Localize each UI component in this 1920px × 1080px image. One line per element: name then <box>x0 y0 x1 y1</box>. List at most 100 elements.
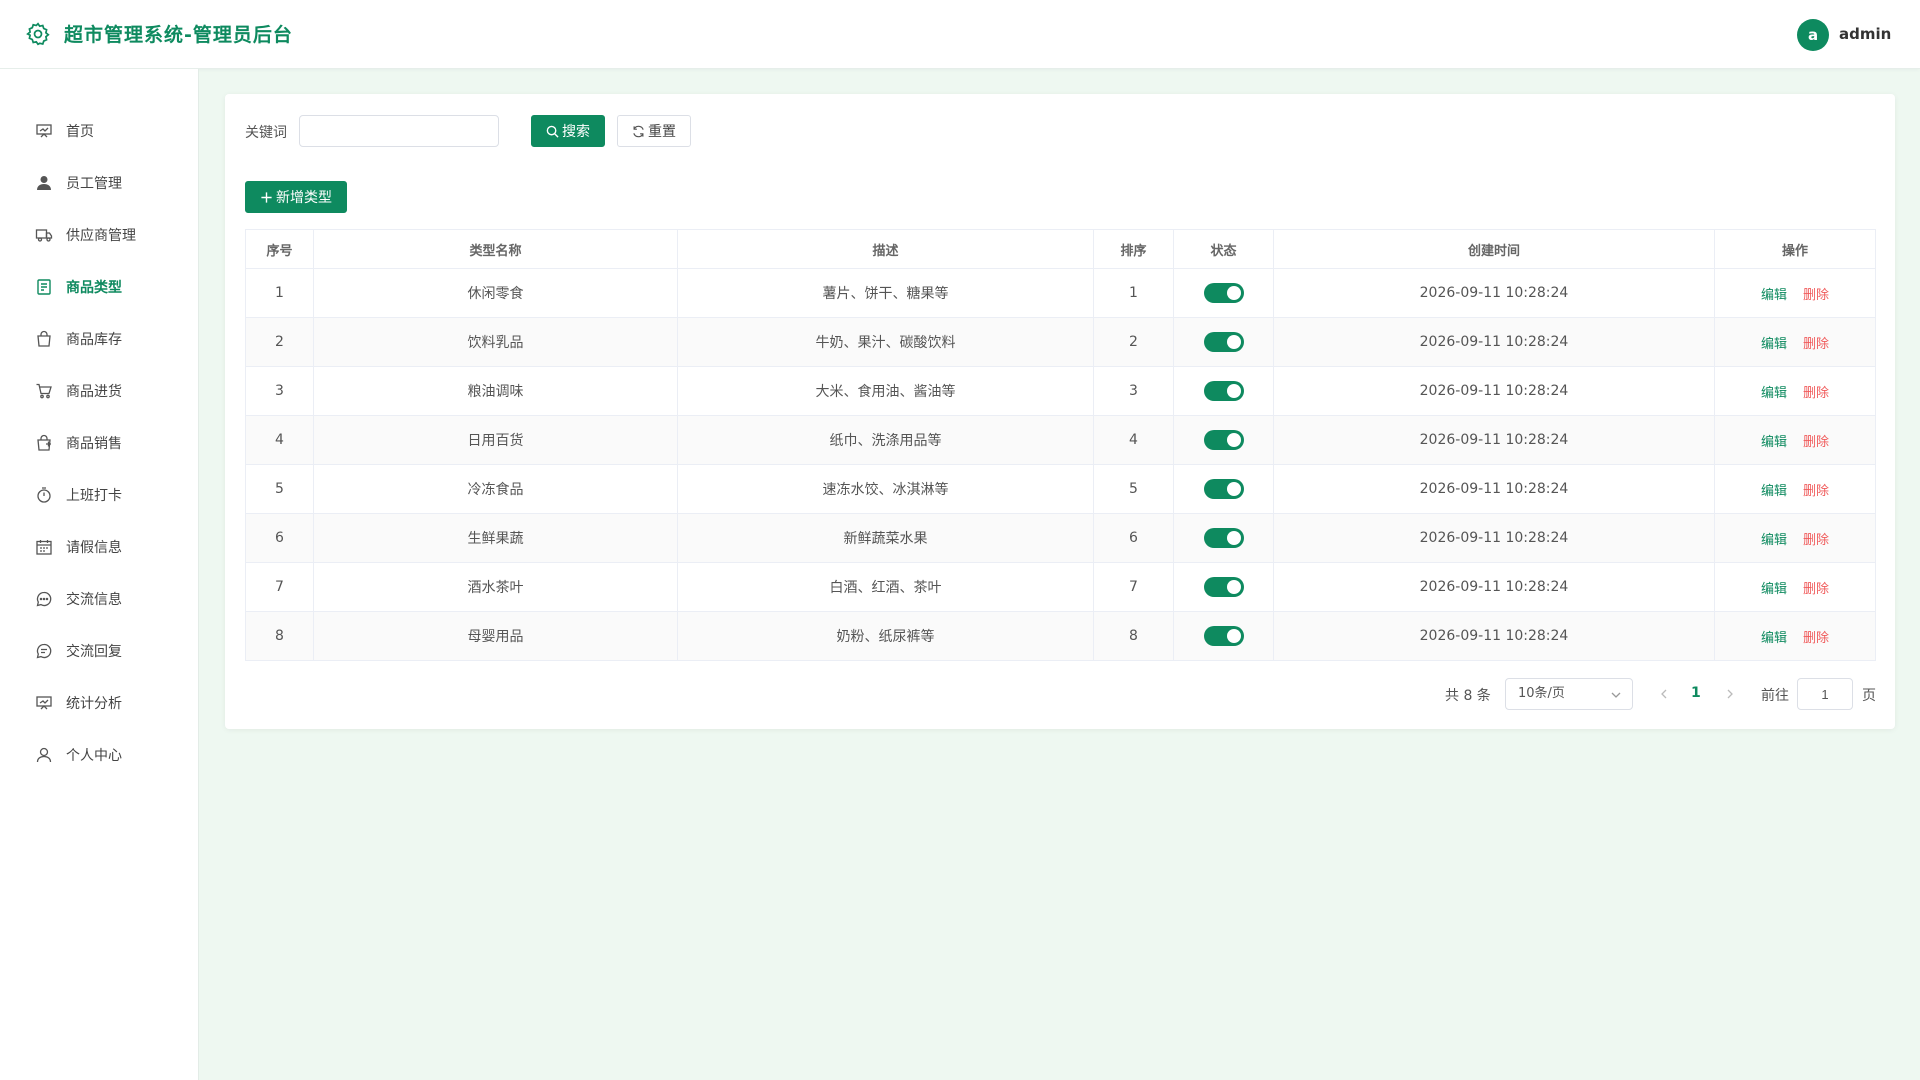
username[interactable]: admin <box>1839 25 1891 43</box>
add-category-button[interactable]: 新增类型 <box>245 181 347 213</box>
search-button-label: 搜索 <box>562 124 590 140</box>
sidebar-item-label: 上班打卡 <box>66 488 122 504</box>
column-header[interactable]: 操作 <box>1714 229 1876 269</box>
delete-button[interactable]: 删除 <box>1803 337 1829 352</box>
status-toggle[interactable] <box>1203 283 1244 303</box>
avatar[interactable]: a <box>1797 19 1829 51</box>
goto-page-input[interactable] <box>1797 678 1853 710</box>
delete-button[interactable]: 删除 <box>1803 288 1829 303</box>
sidebar-item-sales[interactable]: 商品销售 <box>0 423 198 463</box>
page-size-select[interactable]: 10条/页 <box>1505 678 1633 710</box>
edit-button[interactable]: 编辑 <box>1761 631 1787 646</box>
sidebar-item-label: 商品进货 <box>66 384 122 400</box>
sidebar-item-clockin[interactable]: 上班打卡 <box>0 475 198 515</box>
refresh-icon <box>633 125 644 137</box>
sidebar-item-supplier[interactable]: 供应商管理 <box>0 215 198 255</box>
search-icon <box>546 125 559 138</box>
sidebar-item-messages[interactable]: 交流信息 <box>0 579 198 619</box>
app-title: 超市管理系统-管理员后台 <box>64 24 293 46</box>
dashboard-icon <box>35 122 53 140</box>
actions-cell: 编辑 删除 <box>1714 268 1876 318</box>
column-header[interactable]: 序号 <box>245 229 314 269</box>
actions-cell: 编辑 删除 <box>1714 513 1876 563</box>
column-header[interactable]: 描述 <box>677 229 1094 269</box>
created-time: 2026-09-11 10:28:24 <box>1273 513 1715 563</box>
status-cell <box>1173 317 1274 367</box>
category-description: 白酒、红酒、茶叶 <box>677 562 1094 612</box>
table-row: 8 母婴用品 奶粉、纸尿裤等 8 2026-09-11 10:28:24 编辑 删… <box>245 611 1876 661</box>
status-toggle[interactable] <box>1203 381 1244 401</box>
sidebar-item-home[interactable]: 首页 <box>0 111 198 151</box>
actions-cell: 编辑 删除 <box>1714 366 1876 416</box>
status-toggle[interactable] <box>1203 528 1244 548</box>
sidebar-item-label: 员工管理 <box>66 176 122 192</box>
category-description: 奶粉、纸尿裤等 <box>677 611 1094 661</box>
person-icon <box>35 746 53 764</box>
status-toggle[interactable] <box>1203 332 1244 352</box>
sidebar-item-staff[interactable]: 员工管理 <box>0 163 198 203</box>
status-cell <box>1173 366 1274 416</box>
next-page-button[interactable] <box>1723 686 1737 702</box>
category-name: 母婴用品 <box>313 611 678 661</box>
edit-button[interactable]: 编辑 <box>1761 386 1787 401</box>
chat-reply-icon <box>35 642 53 660</box>
sidebar-item-statistics[interactable]: 统计分析 <box>0 683 198 723</box>
status-cell <box>1173 415 1274 465</box>
sort-order: 4 <box>1093 415 1174 465</box>
edit-button[interactable]: 编辑 <box>1761 288 1787 303</box>
edit-button[interactable]: 编辑 <box>1761 582 1787 597</box>
created-time: 2026-09-11 10:28:24 <box>1273 464 1715 514</box>
sidebar-item-purchase[interactable]: 商品进货 <box>0 371 198 411</box>
column-header[interactable]: 创建时间 <box>1273 229 1715 269</box>
sidebar-item-replies[interactable]: 交流回复 <box>0 631 198 671</box>
delete-button[interactable]: 删除 <box>1803 631 1829 646</box>
edit-button[interactable]: 编辑 <box>1761 337 1787 352</box>
sidebar-item-label: 统计分析 <box>66 696 122 712</box>
sidebar-item-profile[interactable]: 个人中心 <box>0 735 198 775</box>
plus-icon <box>261 191 272 203</box>
row-index: 4 <box>245 415 314 465</box>
delete-button[interactable]: 删除 <box>1803 484 1829 499</box>
status-toggle[interactable] <box>1203 626 1244 646</box>
category-table: 序号 类型名称 描述 排序 状态 创建时间 操作 1 休闲零食 薯片、饼干、糖果… <box>245 229 1876 661</box>
page-number-current[interactable]: 1 <box>1691 685 1701 701</box>
created-time: 2026-09-11 10:28:24 <box>1273 366 1715 416</box>
sort-order: 2 <box>1093 317 1174 367</box>
status-toggle[interactable] <box>1203 577 1244 597</box>
sidebar-item-leave[interactable]: 请假信息 <box>0 527 198 567</box>
status-toggle[interactable] <box>1203 479 1244 499</box>
goto-label: 前往 <box>1761 688 1789 704</box>
reset-button-label: 重置 <box>648 124 676 140</box>
edit-button[interactable]: 编辑 <box>1761 484 1787 499</box>
stopwatch-icon <box>35 486 53 504</box>
status-cell <box>1173 611 1274 661</box>
column-header[interactable]: 状态 <box>1173 229 1274 269</box>
created-time: 2026-09-11 10:28:24 <box>1273 268 1715 318</box>
edit-button[interactable]: 编辑 <box>1761 435 1787 450</box>
created-time: 2026-09-11 10:28:24 <box>1273 317 1715 367</box>
add-category-label: 新增类型 <box>276 190 332 206</box>
edit-button[interactable]: 编辑 <box>1761 533 1787 548</box>
sidebar-item-label: 交流回复 <box>66 644 122 660</box>
actions-cell: 编辑 删除 <box>1714 562 1876 612</box>
table-row: 3 粮油调味 大米、食用油、酱油等 3 2026-09-11 10:28:24 … <box>245 366 1876 416</box>
sort-order: 1 <box>1093 268 1174 318</box>
delete-button[interactable]: 删除 <box>1803 582 1829 597</box>
delete-button[interactable]: 删除 <box>1803 435 1829 450</box>
sort-order: 7 <box>1093 562 1174 612</box>
status-toggle[interactable] <box>1203 430 1244 450</box>
search-button[interactable]: 搜索 <box>531 115 605 147</box>
prev-page-button[interactable] <box>1657 686 1671 702</box>
row-index: 3 <box>245 366 314 416</box>
column-header[interactable]: 类型名称 <box>313 229 678 269</box>
delete-button[interactable]: 删除 <box>1803 386 1829 401</box>
sidebar-item-category[interactable]: 商品类型 <box>0 267 198 307</box>
chart-icon <box>35 694 53 712</box>
user-icon <box>35 174 53 192</box>
keyword-input[interactable] <box>299 115 499 147</box>
sidebar-item-inventory[interactable]: 商品库存 <box>0 319 198 359</box>
column-header[interactable]: 排序 <box>1093 229 1174 269</box>
reset-button[interactable]: 重置 <box>617 115 691 147</box>
category-description: 牛奶、果汁、碳酸饮料 <box>677 317 1094 367</box>
delete-button[interactable]: 删除 <box>1803 533 1829 548</box>
